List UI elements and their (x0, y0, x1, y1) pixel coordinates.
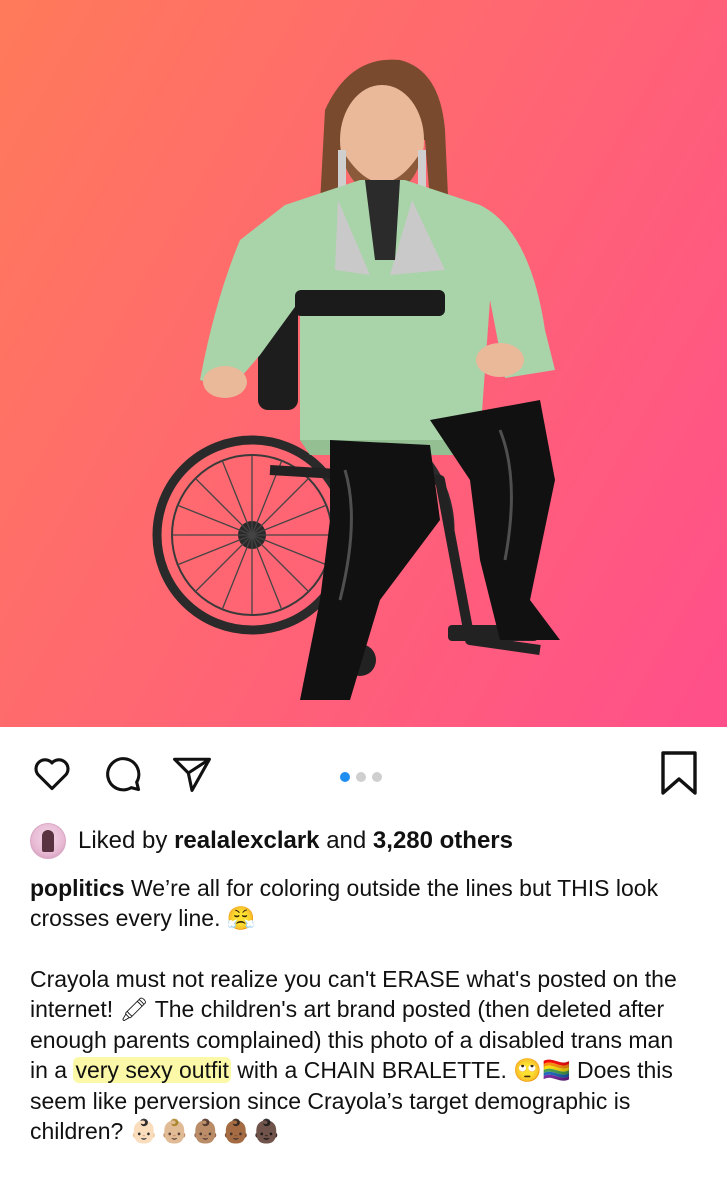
like-button[interactable] (27, 748, 77, 798)
heart-icon (34, 758, 70, 791)
likes-summary[interactable]: Liked by realalexclark and 3,280 others (0, 819, 727, 863)
avatar[interactable] (30, 823, 66, 859)
caption-line1: We’re all for coloring outside the lines… (30, 875, 659, 931)
emoji-eyeroll-rainbow-flag: 🙄🏳️‍🌈 (513, 1058, 571, 1084)
post-photo-illustration (152, 59, 560, 700)
highlighted-text: very sexy outfit (73, 1057, 231, 1083)
comment-button[interactable] (97, 748, 147, 798)
carousel-dot[interactable] (356, 772, 366, 782)
post-caption: poplitics We’re all for coloring outside… (0, 863, 727, 1147)
comment-icon (106, 757, 141, 792)
bookmark-icon[interactable] (657, 749, 701, 797)
likes-prefix: Liked by (78, 827, 168, 854)
share-button[interactable] (167, 748, 217, 798)
likes-count[interactable]: 3,280 others (373, 827, 513, 855)
carousel-indicator (340, 772, 382, 782)
carousel-dot[interactable] (372, 772, 382, 782)
likes-connector: and (326, 827, 367, 854)
carousel-dot[interactable] (340, 772, 350, 782)
emoji-babies: 👶🏻👶🏼👶🏽👶🏾👶🏿 (129, 1119, 283, 1145)
caption-username[interactable]: poplitics (30, 875, 125, 901)
paper-plane-icon (173, 757, 211, 792)
emoji-crayon: 🖍 (119, 997, 149, 1023)
post-action-bar (0, 727, 727, 819)
emoji-steam: 😤 (226, 906, 256, 932)
post-image[interactable] (0, 0, 727, 727)
liked-by-user[interactable]: realalexclark (174, 827, 319, 855)
caption-text-c: with a CHAIN BRALETTE. (237, 1057, 507, 1083)
